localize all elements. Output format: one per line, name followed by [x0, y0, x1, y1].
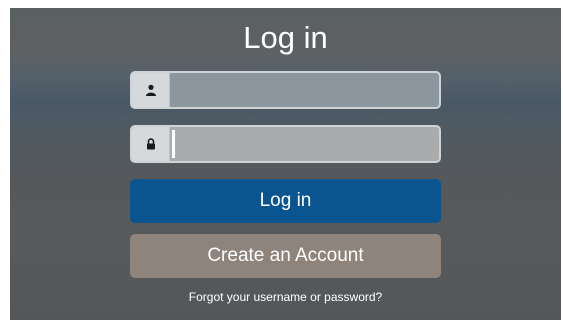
page-title: Log in [243, 20, 328, 55]
forgot-credentials-link[interactable]: Forgot your username or password? [10, 290, 561, 304]
create-account-button[interactable]: Create an Account [130, 234, 441, 278]
login-panel: Log in Log in Create an Account Forgot y… [10, 8, 561, 320]
password-field[interactable] [130, 125, 441, 163]
username-input[interactable] [170, 73, 439, 107]
login-button[interactable]: Log in [130, 179, 441, 223]
lock-icon [132, 127, 170, 161]
user-icon [132, 73, 170, 107]
password-input[interactable] [170, 127, 439, 161]
username-field[interactable] [130, 71, 441, 109]
